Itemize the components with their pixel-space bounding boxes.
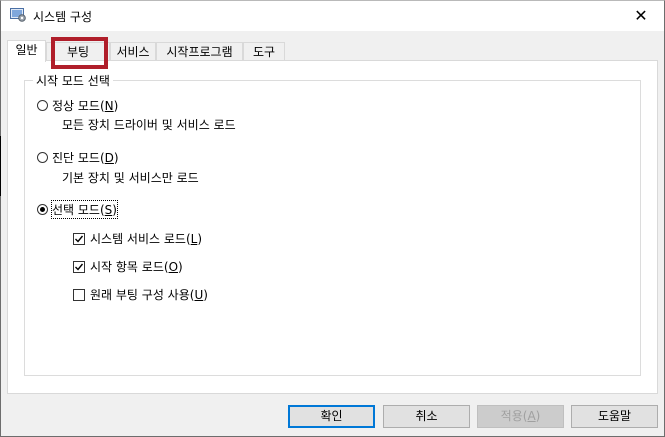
accel-key: D [104, 150, 114, 165]
selective-startup-label: 선택 모드 [52, 203, 100, 217]
close-button[interactable]: ✕ [618, 1, 664, 31]
ok-button[interactable]: 확인 [288, 405, 375, 428]
checkbox[interactable] [73, 232, 85, 245]
tab-tools[interactable]: 도구 [243, 42, 285, 60]
radio-button[interactable] [37, 152, 48, 163]
group-label: 시작 모드 선택 [33, 72, 113, 89]
diagnostic-startup-radio[interactable]: 진단 모드(D) [37, 149, 119, 166]
tab-label: 서비스 [116, 45, 150, 59]
close-icon: ✕ [634, 6, 648, 25]
use-original-boot-config-checkbox[interactable]: 원래 부팅 구성 사용(U) [73, 286, 208, 303]
highlight-box [51, 37, 108, 69]
title-bar: 시스템 구성 ✕ [1, 1, 664, 31]
accel-key: L [190, 231, 198, 246]
selective-startup-text: 선택 모드(S) [51, 200, 118, 219]
tab-services[interactable]: 서비스 [110, 42, 156, 60]
load-system-services-label: 시스템 서비스 로드 [90, 232, 186, 246]
accel-key: S [104, 203, 113, 217]
selective-startup-radio[interactable]: 선택 모드(S) [37, 200, 118, 219]
normal-startup-label: 정상 모드 [52, 99, 100, 113]
checkbox[interactable] [73, 260, 85, 273]
startup-selection-group: 시작 모드 선택 정상 모드(N) 모든 장치 드라이버 및 서비스 로드 진단… [24, 72, 641, 376]
window-edge [0, 136, 1, 196]
tab-label: 일반 [15, 43, 38, 57]
help-button[interactable]: 도움말 [571, 405, 658, 428]
diagnostic-startup-label: 진단 모드 [52, 151, 100, 165]
accel-key: A [527, 409, 536, 423]
general-tab-panel: 시작 모드 선택 정상 모드(N) 모든 장치 드라이버 및 서비스 로드 진단… [7, 60, 658, 394]
msconfig-app-icon [10, 8, 26, 22]
normal-startup-radio[interactable]: 정상 모드(N) [37, 97, 118, 114]
system-config-window: 시스템 구성 ✕ 일반 부팅 서비스 시작프로그램 도구 시작 모드 선택 정상… [0, 0, 665, 437]
load-system-services-checkbox[interactable]: 시스템 서비스 로드(L) [73, 230, 202, 247]
use-original-boot-config-label: 원래 부팅 구성 사용 [90, 288, 190, 302]
tab-label: 도구 [252, 45, 276, 59]
radio-button[interactable] [37, 204, 48, 215]
accel-key: O [168, 259, 179, 274]
accel-key: N [104, 98, 114, 113]
window-title: 시스템 구성 [33, 10, 93, 24]
apply-label: 적용 [500, 409, 523, 423]
tab-startup[interactable]: 시작프로그램 [156, 42, 243, 60]
diagnostic-startup-description: 기본 장치 및 서비스만 로드 [62, 171, 199, 185]
normal-startup-description: 모든 장치 드라이버 및 서비스 로드 [62, 118, 236, 132]
checkmark-icon [75, 235, 84, 243]
load-startup-items-checkbox[interactable]: 시작 항목 로드(O) [73, 258, 183, 275]
tab-general[interactable]: 일반 [7, 40, 46, 62]
checkbox[interactable] [73, 288, 85, 301]
tab-label: 시작프로그램 [166, 45, 233, 59]
load-startup-items-label: 시작 항목 로드 [90, 260, 164, 274]
radio-button[interactable] [37, 100, 48, 111]
apply-button[interactable]: 적용(A) [477, 405, 564, 428]
cancel-button[interactable]: 취소 [383, 405, 470, 428]
checkmark-icon [75, 263, 84, 271]
accel-key: U [194, 287, 204, 302]
